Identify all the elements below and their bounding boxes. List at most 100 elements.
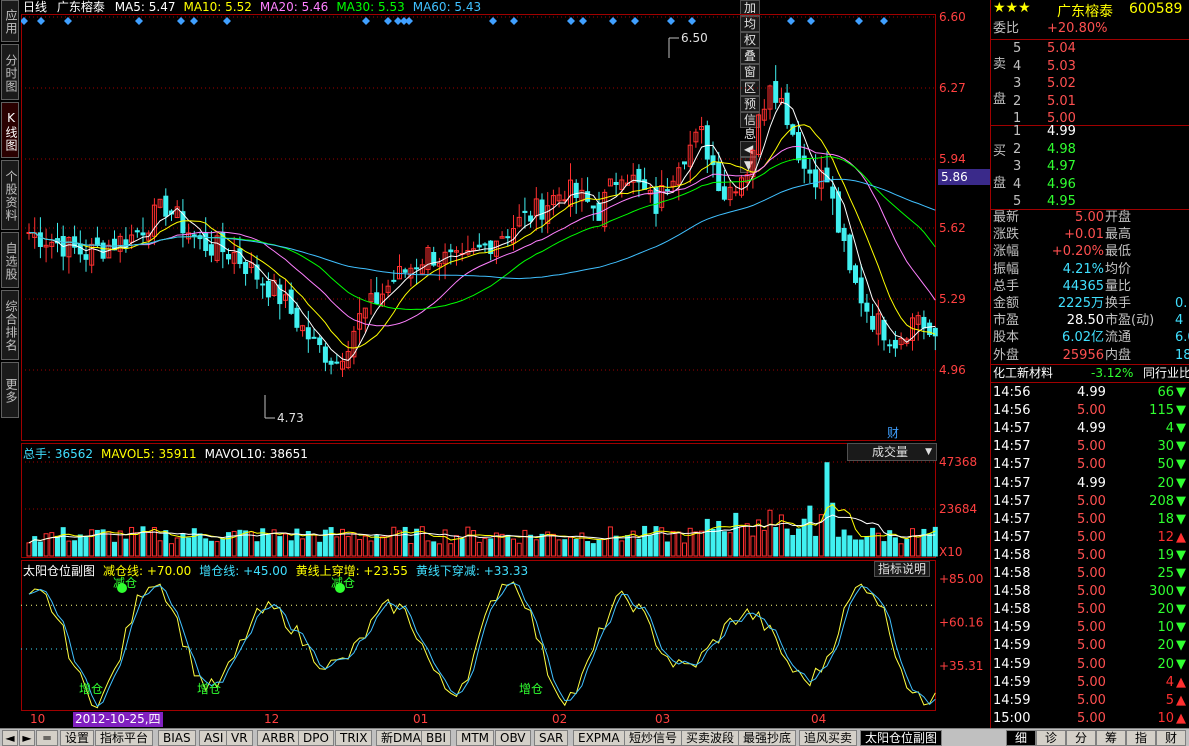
side-tab-0[interactable]: 应用 xyxy=(1,0,19,42)
indicator-tab-12[interactable]: SAR xyxy=(534,730,569,746)
signal-diamond-icon xyxy=(223,17,231,25)
down-arrow-icon: ▼ xyxy=(1176,421,1186,437)
date-axis-label: 10 xyxy=(30,712,45,726)
volume-bar xyxy=(203,538,209,557)
candle xyxy=(613,181,619,186)
quote-tab-4[interactable]: 指 xyxy=(1126,730,1156,746)
chart-canvas[interactable]: 6.60 6.27 5.94 5.62 5.29 4.96 6.50 4.73 财 47368 23… xyxy=(21,0,990,728)
tick-time: 14:57 xyxy=(993,493,1031,509)
indicator-tab-17[interactable]: 追风买卖 xyxy=(799,730,858,746)
quote-tab-2[interactable]: 分 xyxy=(1066,730,1096,746)
candle xyxy=(801,155,807,169)
volume-bar xyxy=(66,540,72,557)
indicator-tab-4[interactable]: VR xyxy=(226,730,253,746)
tick-price: 4.99 xyxy=(1077,421,1106,437)
side-tab-5[interactable]: 综合排名 xyxy=(1,290,19,360)
volume-bar xyxy=(123,538,129,557)
side-tab-1[interactable]: 分时图 xyxy=(1,44,19,100)
indicator-tab-2[interactable]: BIAS xyxy=(158,730,196,746)
volume-bar xyxy=(431,541,437,557)
candle xyxy=(716,161,722,192)
volume-bar xyxy=(607,526,613,557)
candle xyxy=(784,92,790,126)
tick-price: 5.00 xyxy=(1077,547,1106,563)
volume-bar xyxy=(374,534,380,557)
tick-time: 14:59 xyxy=(993,638,1031,654)
side-tab-2[interactable]: K线图 xyxy=(1,102,19,158)
indicator-tab-14[interactable]: 短炒信号 xyxy=(624,730,683,746)
candle xyxy=(864,302,870,312)
stars-rating: ★★★ xyxy=(993,0,1031,16)
side-tab-3[interactable]: 个股资料 xyxy=(1,160,19,230)
sector-name: 化工新材料 xyxy=(993,366,1054,380)
tick-price: 5.00 xyxy=(1077,638,1106,654)
indicator-tab-1[interactable]: 指标平台 xyxy=(95,730,154,746)
stat-row: 金额 2225万 换手 0. xyxy=(991,295,1189,313)
indicator-tab-8[interactable]: 新DMA xyxy=(376,730,426,746)
side-tab-4[interactable]: 自选股 xyxy=(1,232,19,288)
volume-selector[interactable]: 成交量 ▼ xyxy=(847,443,937,461)
volume-bar xyxy=(773,527,779,557)
indicator-tab-15[interactable]: 买卖波段 xyxy=(681,730,740,746)
tick-volume: 10 xyxy=(1157,710,1174,726)
tick-price: 5.00 xyxy=(1077,511,1106,527)
volume-bar xyxy=(835,536,841,557)
volume-bar xyxy=(727,532,733,557)
volume-bar xyxy=(602,538,608,557)
indicator-tab-9[interactable]: BBI xyxy=(421,730,452,746)
price-axis-label: 5.94 xyxy=(939,152,966,166)
quote-panel: ★★★ 广东榕泰 600589 委比 +20.80% 卖盘 5 5.04 4 5.03 3 5.… xyxy=(990,0,1189,728)
scroll-right-icon[interactable]: ► xyxy=(19,730,35,746)
volume-legend-item-2: MAVOL10: 38651 xyxy=(204,447,308,461)
ma-line-30 xyxy=(28,156,936,311)
stat-label-2: 开盘 xyxy=(1105,210,1132,225)
stat-row: 振幅 4.21% 均价 xyxy=(991,261,1189,279)
candle xyxy=(858,277,864,304)
kline-chart-area[interactable]: 日线 广东榕泰 MA5: 5.47 MA10: 5.52 MA20: 5.46 MA3… xyxy=(21,0,990,728)
candle xyxy=(482,243,488,246)
stat-label-2: 市盈(动) xyxy=(1105,313,1155,329)
tick-price: 5.00 xyxy=(1077,529,1106,545)
price-axis-label: 4.96 xyxy=(939,363,966,377)
indicator-tab-0[interactable]: 设置 xyxy=(60,730,95,746)
indicator-tab-3[interactable]: ASI xyxy=(199,730,229,746)
indicator-tab-10[interactable]: MTM xyxy=(456,730,495,746)
stat-label-2: 内盘 xyxy=(1105,347,1132,363)
ask-price: 5.02 xyxy=(1047,76,1076,91)
tick-row: 14:57 5.00 18 ▼ xyxy=(991,511,1189,529)
indicator-tab-16[interactable]: 最强抄底 xyxy=(738,730,797,746)
candle xyxy=(288,289,294,314)
quote-stock-name: 广东榕泰 xyxy=(1057,4,1113,20)
volume-bar xyxy=(448,543,454,557)
scroll-left-icon[interactable]: ◄ xyxy=(2,730,18,746)
candle xyxy=(294,307,300,328)
candle xyxy=(305,327,311,340)
tab-bar-menu-icon[interactable]: ═ xyxy=(36,730,58,746)
volume-bar xyxy=(676,531,682,557)
volume-bar xyxy=(664,541,670,557)
quote-tab-0[interactable]: 细 xyxy=(1006,730,1036,746)
quote-tab-1[interactable]: 诊 xyxy=(1036,730,1066,746)
volume-bar xyxy=(642,525,648,557)
volume-bar xyxy=(739,526,744,557)
indicator-tab-5[interactable]: ARBR xyxy=(257,730,301,746)
quote-tab-5[interactable]: 财 xyxy=(1156,730,1186,746)
indicator-tab-6[interactable]: DPO xyxy=(298,730,334,746)
candle xyxy=(163,195,169,217)
volume-bar xyxy=(83,536,89,557)
volume-bar xyxy=(322,529,328,557)
volume-bar xyxy=(830,502,836,557)
indicator-help-button[interactable]: 指标说明 xyxy=(874,561,930,577)
signal-diamond-icon xyxy=(489,17,497,25)
indicator-tab-7[interactable]: TRIX xyxy=(335,730,373,746)
indicator-tab-13[interactable]: EXPMA xyxy=(573,730,625,746)
volume-selector-label: 成交量 xyxy=(872,445,909,459)
down-arrow-icon: ▼ xyxy=(1176,656,1186,672)
quote-tab-3[interactable]: 筹 xyxy=(1096,730,1126,746)
bid-row: 1 4.99 xyxy=(991,123,1189,141)
volume-bar xyxy=(625,535,630,557)
side-tab-6[interactable]: 更多 xyxy=(1,362,19,418)
indicator-tab-18[interactable]: 太阳仓位副图 xyxy=(860,730,943,746)
candle xyxy=(322,346,328,363)
indicator-tab-11[interactable]: OBV xyxy=(495,730,531,746)
